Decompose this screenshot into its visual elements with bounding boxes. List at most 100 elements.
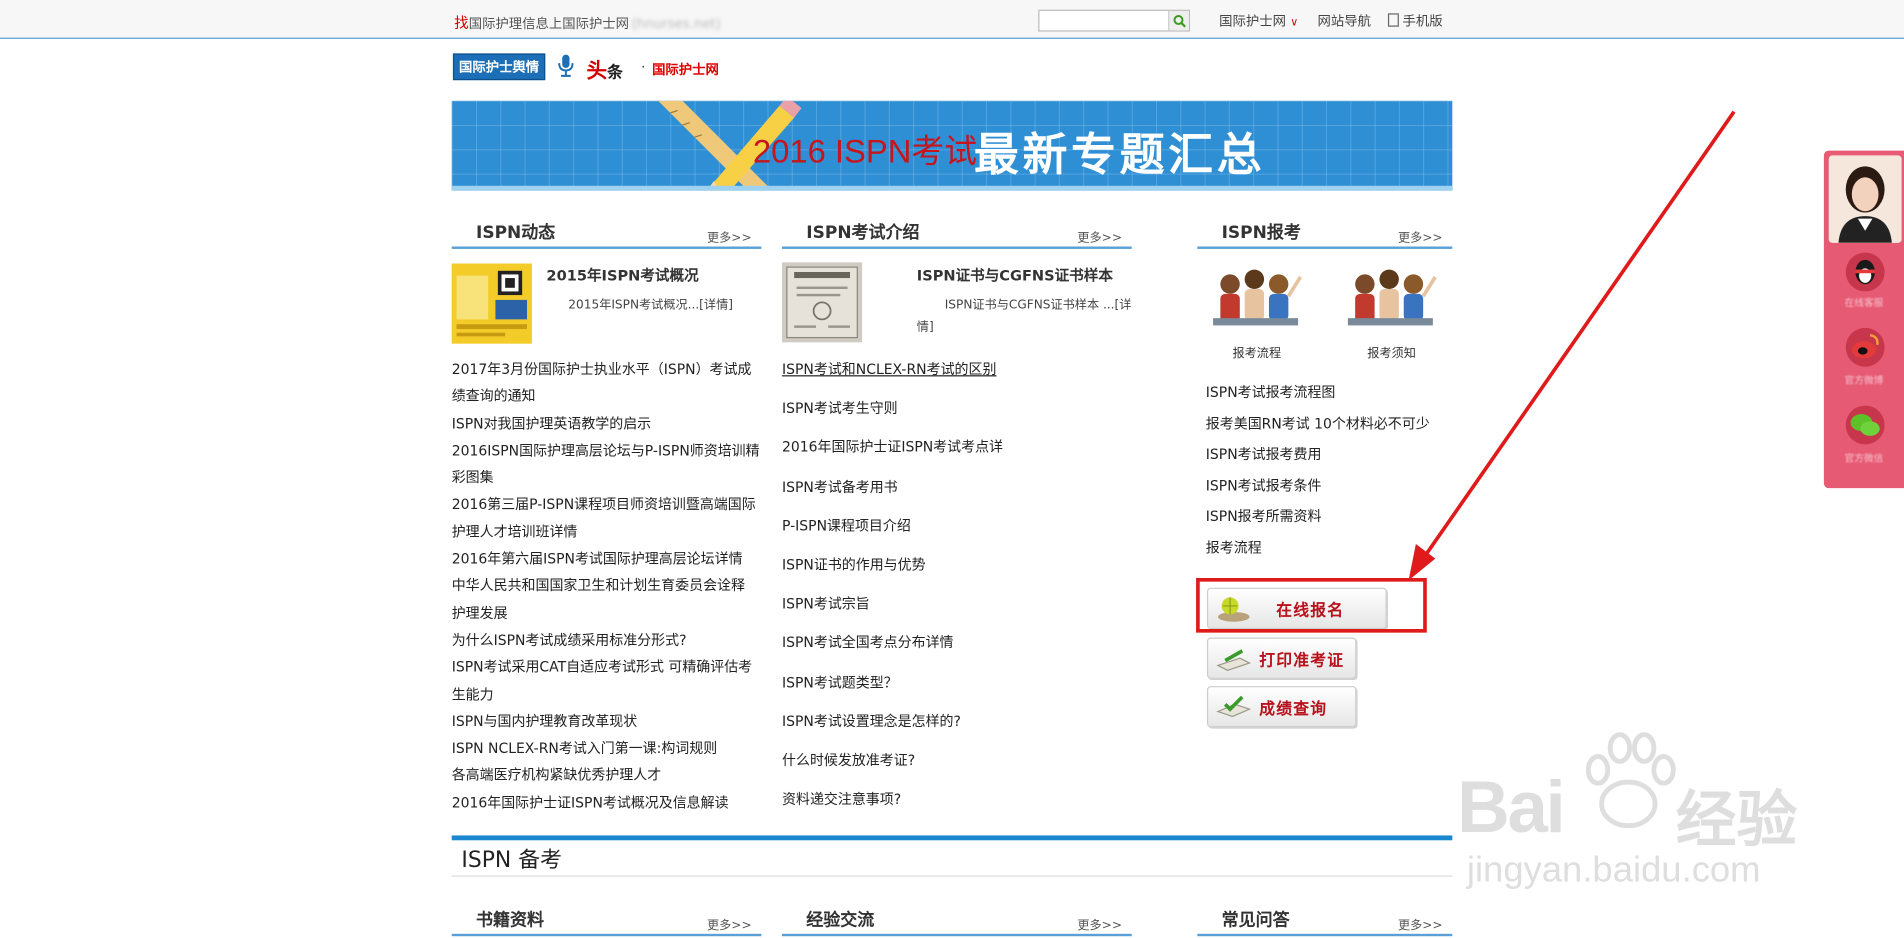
search-button[interactable] — [1168, 10, 1189, 31]
site-menu-label: 国际护士网 — [1219, 13, 1286, 30]
separator-dot: · — [641, 59, 646, 76]
feature-title[interactable]: ISPN证书与CGFNS证书样本 — [917, 265, 1113, 286]
list-item[interactable]: ISPN考试采用CAT自适应考试形式 可精确评估考 — [452, 654, 760, 681]
section-title: 经验交流 — [806, 910, 875, 931]
list-item[interactable]: 2016第三届P-ISPN课程项目师资培训暨高端国际 — [452, 491, 760, 518]
topic-banner[interactable]: 2016 ISPN考试 最新专题汇总 — [451, 100, 1453, 191]
slogan-highlight: 找 — [454, 14, 469, 32]
section-header-ispn-news: ISPN动态 更多>> — [451, 220, 762, 249]
headline-logo[interactable]: 头条 — [587, 53, 623, 84]
caption-process[interactable]: 报考流程 — [1233, 342, 1282, 360]
list-item[interactable]: 彩图集 — [452, 464, 760, 491]
list-item[interactable]: ISPN考试考生守则 — [782, 389, 1003, 428]
headline-logo-small: 条 — [607, 64, 623, 83]
microphone-icon — [558, 54, 574, 77]
floating-service-bar: 在线客服 官方微博 官方微信 — [1823, 150, 1904, 489]
section-title: ISPN报考 — [1221, 223, 1301, 243]
section-title: 常见问答 — [1221, 910, 1290, 931]
certificate-image — [782, 262, 863, 343]
list-item[interactable]: ISPN与国内护理教育改革现状 — [452, 708, 760, 735]
weibo-icon[interactable] — [1845, 327, 1885, 367]
book-check-icon — [1216, 695, 1252, 718]
feature-description-line1[interactable]: ISPN证书与CGFNS证书样本 ...[详 — [945, 296, 1132, 315]
feature-thumbnail[interactable] — [451, 263, 532, 344]
section-title: ISPN考试介绍 — [806, 223, 920, 243]
site-nav-link[interactable]: 网站导航 — [1318, 11, 1371, 30]
list-item[interactable]: 什么时候发放准考证? — [782, 741, 1003, 780]
more-link[interactable]: 更多>> — [1077, 914, 1122, 932]
list-item[interactable]: 2016年第六届ISPN考试国际护理高层论坛详情 — [452, 545, 760, 572]
slogan-blurred-domain: (hnurses.net) — [631, 15, 722, 32]
list-item[interactable]: 2016ISPN国际护理高层论坛与P-ISPN师资培训精 — [452, 437, 760, 464]
pen-paper-icon — [1216, 649, 1252, 671]
section-title: ISPN动态 — [476, 223, 556, 243]
feature-description-line2[interactable]: 情] — [917, 318, 934, 337]
prep-heading: ISPN 备考 — [461, 847, 562, 874]
section-underline — [451, 875, 1453, 877]
list-item[interactable]: ISPN证书的作用与优势 — [782, 545, 1003, 584]
list-item[interactable]: 2017年3月份国际护士执业水平（ISPN）考试成 — [452, 356, 760, 383]
weibo-glyph — [1851, 333, 1879, 359]
list-item[interactable]: 护理人才培训班详情 — [452, 518, 760, 545]
list-item[interactable]: ISPN考试和NCLEX-RN考试的区别 — [782, 350, 1003, 389]
list-item[interactable]: ISPN对我国护理英语教学的启示 — [452, 410, 760, 437]
wechat-glyph — [1850, 414, 1880, 436]
site-menu[interactable]: 国际护士网 ∨ — [1219, 11, 1298, 30]
list-item[interactable]: ISPN考试全国考点分布详情 — [782, 623, 1003, 662]
brand-link[interactable]: 国际护士网 — [652, 60, 719, 79]
list-item[interactable]: 2016年国际护士证ISPN考试概况及信息解读 — [452, 789, 760, 816]
list-item[interactable]: 为什么ISPN考试成绩采用标准分形式? — [452, 627, 760, 654]
watermark-logo-cn: 经验 — [1675, 784, 1798, 855]
search-input[interactable] — [1041, 10, 1164, 28]
mobile-version-label: 手机版 — [1402, 13, 1443, 30]
banner-title-white: 最新专题汇总 — [973, 128, 1266, 181]
wechat-icon[interactable] — [1845, 405, 1885, 445]
score-query-button[interactable]: 成绩查询 — [1207, 686, 1357, 728]
section-header-exam-intro: ISPN考试介绍 更多>> — [782, 220, 1132, 249]
qq-icon[interactable] — [1845, 252, 1885, 292]
feature-description[interactable]: 2015年ISPN考试概况...[详情] — [568, 296, 733, 315]
list-item[interactable]: 2016年国际护士证ISPN考试考点详 — [782, 428, 1003, 467]
list-item[interactable]: P-ISPN课程项目介绍 — [782, 506, 1003, 545]
agent-photo-image — [1828, 155, 1902, 243]
wechat-caption: 官方微信 — [1844, 452, 1884, 464]
list-item[interactable]: ISPN考试题类型？ — [782, 663, 1003, 702]
news-badge[interactable]: 国际护士舆情 — [452, 53, 546, 81]
more-link[interactable]: 更多>> — [707, 914, 752, 932]
list-item[interactable]: 生能力 — [452, 681, 760, 708]
students-image-left[interactable] — [1206, 265, 1306, 333]
list-item[interactable]: 绩查询的通知 — [452, 383, 760, 410]
more-link[interactable]: 更多>> — [1077, 227, 1122, 245]
list-item[interactable]: 资料递交注意事项? — [782, 780, 1003, 819]
list-item[interactable]: ISPN考试备考用书 — [782, 467, 1003, 506]
certificate-thumbnail[interactable] — [782, 262, 863, 343]
mobile-version-link[interactable]: 手机版 — [1387, 11, 1443, 30]
online-service-caption: 在线客服 — [1844, 297, 1884, 309]
list-item[interactable]: ISPN考试宗旨 — [782, 584, 1003, 623]
more-link[interactable]: 更多>> — [707, 227, 752, 245]
search-box — [1038, 9, 1191, 32]
watermark-url: jingyan.baidu.com — [1466, 850, 1761, 891]
search-icon — [1172, 14, 1186, 27]
qq-penguin-glyph — [1855, 259, 1875, 285]
section-header-faq: 常见问答 更多>> — [1197, 907, 1453, 937]
score-query-label: 成绩查询 — [1259, 700, 1328, 719]
paw-icon — [1585, 732, 1676, 829]
top-bar: 找国际护理信息上国际护士网 (hnurses.net) 国际护士网 ∨ 网站导航 … — [0, 0, 1904, 39]
feature-title[interactable]: 2015年ISPN考试概况 — [546, 265, 698, 286]
list-item[interactable]: ISPN考试设置理念是怎样的? — [782, 702, 1003, 741]
print-admission-button[interactable]: 打印准考证 — [1207, 637, 1357, 679]
list-item[interactable]: 中华人民共和国国家卫生和计划生育委员会诠释 — [452, 572, 760, 599]
service-avatar[interactable] — [1828, 155, 1902, 243]
section-header-experience: 经验交流 更多>> — [782, 907, 1132, 937]
banner-bottom-strip — [451, 185, 1453, 191]
exam-poster-image — [451, 263, 532, 344]
weibo-caption: 官方微博 — [1844, 375, 1884, 387]
mobile-icon — [1387, 13, 1399, 27]
list-item[interactable]: ISPN NCLEX-RN考试入门第一课:构词规则 — [452, 735, 760, 762]
page: 找国际护理信息上国际护士网 (hnurses.net) 国际护士网 ∨ 网站导航 … — [0, 0, 1904, 937]
more-link[interactable]: 更多>> — [1398, 914, 1443, 932]
exam-intro-list: ISPN考试和NCLEX-RN考试的区别 ISPN考试考生守则 2016年国际护… — [782, 350, 1003, 819]
list-item[interactable]: 护理发展 — [452, 599, 760, 626]
list-item[interactable]: 各高端医疗机构紧缺优秀护理人才 — [452, 762, 760, 789]
